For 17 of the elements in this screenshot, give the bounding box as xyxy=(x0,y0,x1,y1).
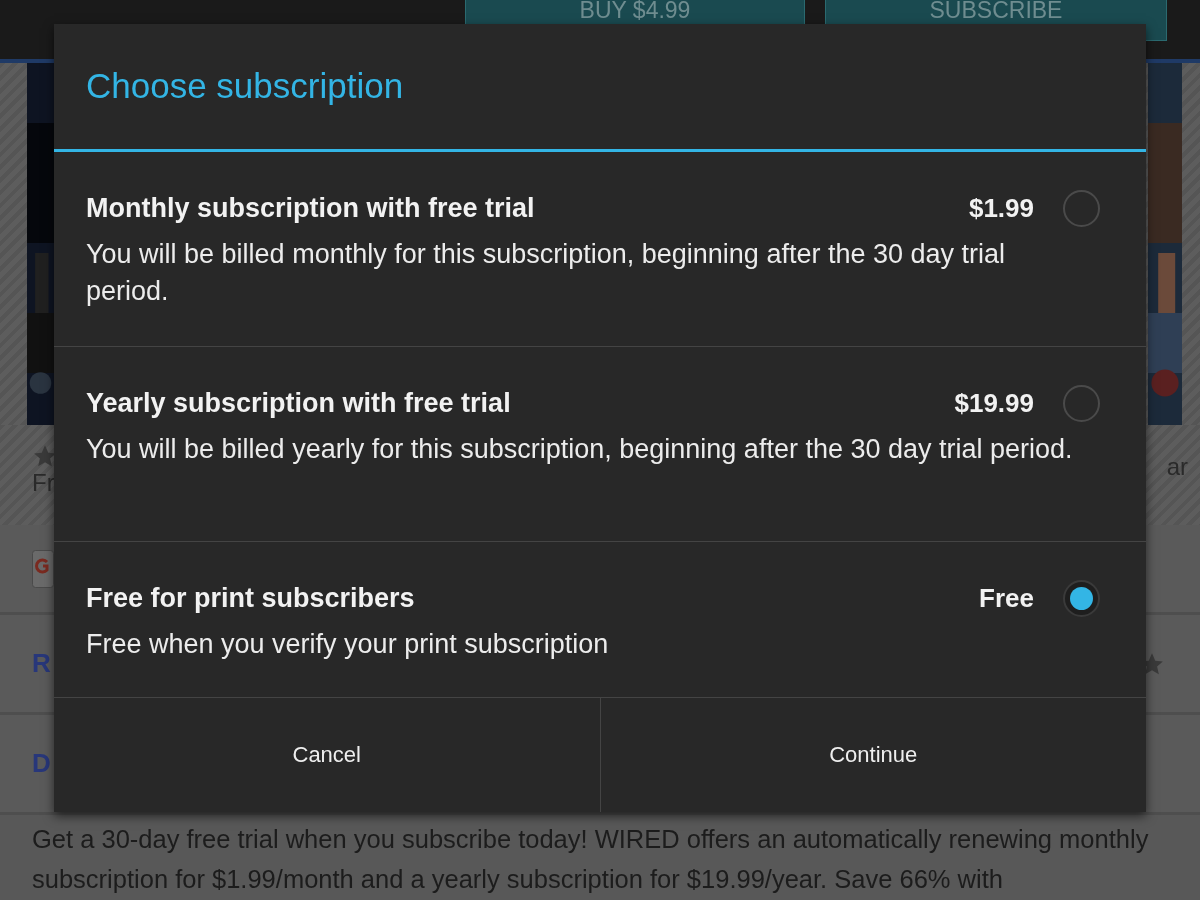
google-plus-icon xyxy=(32,549,54,588)
radio-button[interactable] xyxy=(1063,189,1100,227)
option-price: $1.99 xyxy=(968,192,1034,224)
option-title: Yearly subscription with free trial xyxy=(86,387,512,419)
option-description: Free when you verify your print subscription xyxy=(86,628,610,661)
description-text: Get a 30-day free trial when you subscribe today! WIRED offers an automatically renewing monthly subscription for $1.99/month and a yearly subscription for $19.99/year. Save 66% with xyxy=(31,824,1150,895)
dialog-title: Choose subscription xyxy=(54,24,1146,152)
option-price: Free xyxy=(979,582,1034,614)
option-price: $19.99 xyxy=(954,387,1034,419)
radio-button[interactable] xyxy=(1063,579,1100,617)
option-title: Monthly subscription with free trial xyxy=(86,192,536,224)
option-description: You will be billed yearly for this subscription, beginning after the 30 day trial period. xyxy=(86,433,1074,466)
dialog-button[interactable]: Continue xyxy=(599,698,1146,812)
option-title: Free for print subscribers xyxy=(86,582,416,614)
radio-button[interactable] xyxy=(1063,384,1100,422)
option-description: You will be billed monthly for this subscription, beginning after the 30 day trial period. xyxy=(86,238,1007,308)
dialog-button[interactable]: Cancel xyxy=(54,698,600,812)
